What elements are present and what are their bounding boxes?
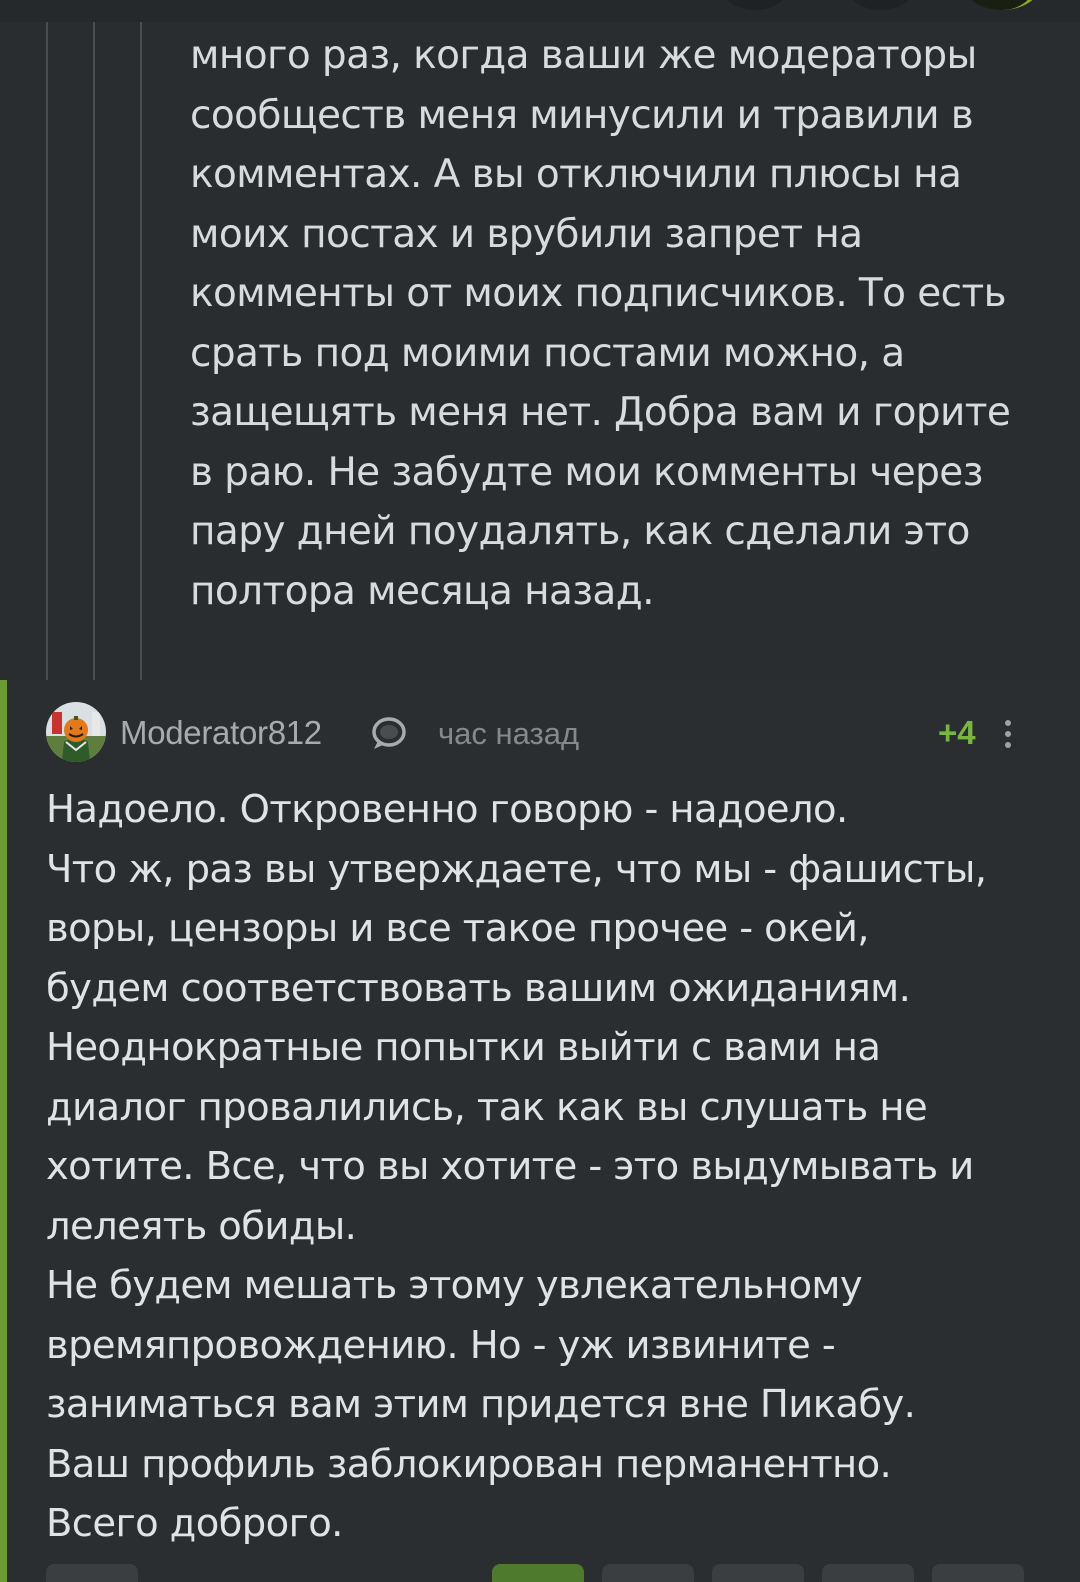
comment-header: Moderator812 час назад +4: [46, 702, 1046, 764]
comment-rating[interactable]: +4: [938, 714, 976, 752]
avatar-image: [46, 702, 106, 762]
thread-line[interactable]: [93, 22, 95, 680]
comments-screen: много раз, когда ваши же модераторы сооб…: [0, 0, 1080, 1582]
parent-comment-text: много раз, когда ваши же модераторы сооб…: [190, 33, 1011, 614]
username-link[interactable]: Moderator812: [120, 714, 322, 752]
comment-accent-border: [0, 680, 7, 1582]
thread-line[interactable]: [46, 22, 48, 680]
action-circle-button[interactable]: [846, 0, 916, 10]
comment-timestamp: час назад: [438, 716, 580, 751]
action-chip[interactable]: [602, 1564, 694, 1582]
more-vertical-icon[interactable]: [996, 712, 1020, 756]
action-circle-button[interactable]: [720, 0, 790, 10]
parent-comment: много раз, когда ваши же модераторы сооб…: [0, 0, 1080, 680]
thread-line[interactable]: [140, 22, 142, 680]
action-chip[interactable]: [932, 1564, 1024, 1582]
action-chip[interactable]: [822, 1564, 914, 1582]
moderator-comment: Moderator812 час назад +4 Надоело. Откро…: [0, 680, 1080, 1582]
bottom-action-bar: [0, 1564, 1080, 1582]
action-chip[interactable]: [492, 1564, 584, 1582]
moderator-comment-text: Надоело. Откровенно говорю - надоело. Чт…: [46, 787, 987, 1546]
top-action-bar: [0, 0, 1080, 22]
action-chip[interactable]: [46, 1564, 138, 1582]
action-chip[interactable]: [712, 1564, 804, 1582]
user-avatar-partial[interactable]: [964, 0, 1040, 10]
moderator-badge-icon: [370, 716, 408, 752]
avatar[interactable]: [46, 702, 106, 762]
